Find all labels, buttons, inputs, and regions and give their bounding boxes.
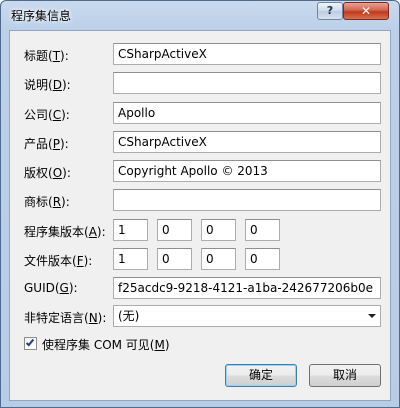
ok-button[interactable]: 确定 <box>225 364 297 387</box>
file-version-revision-input[interactable]: 0 <box>245 248 280 270</box>
description-input[interactable] <box>113 72 381 94</box>
neutral-language-value: (无) <box>118 309 140 323</box>
file-version-build-input[interactable]: 0 <box>201 248 236 270</box>
assembly-version-minor-input[interactable]: 0 <box>157 219 192 241</box>
neutral-language-select[interactable]: (无) <box>113 305 381 327</box>
window-title: 程序集信息 <box>11 9 72 23</box>
cancel-button[interactable]: 取消 <box>309 364 381 387</box>
product-label: 产品(P): <box>24 137 69 151</box>
assembly-version-major-input[interactable]: 1 <box>113 219 148 241</box>
com-visible-checkbox[interactable] <box>24 337 37 350</box>
trademark-label: 商标(R): <box>24 195 70 209</box>
file-version-label: 文件版本(F): <box>24 254 93 268</box>
title-bar[interactable]: 程序集信息 ? ✕ <box>1 1 399 29</box>
guid-input[interactable]: f25acdc9-9218-4121-a1ba-242677206b0e <box>113 277 381 299</box>
assembly-version-build-input[interactable]: 0 <box>201 219 236 241</box>
close-button[interactable]: ✕ <box>343 2 389 20</box>
com-visible-label[interactable]: 使程序集 COM 可见(M) <box>42 336 170 353</box>
guid-label: GUID(G): <box>24 281 78 295</box>
checkmark-icon <box>25 337 35 347</box>
file-version-major-input[interactable]: 1 <box>113 248 148 270</box>
help-button[interactable]: ? <box>317 2 343 20</box>
assembly-info-dialog: 程序集信息 ? ✕ 标题(T): CSharpActiveX 说明(D): 公司… <box>0 0 400 408</box>
title-label: 标题(T): <box>24 49 69 63</box>
copyright-input[interactable]: Copyright Apollo © 2013 <box>113 160 381 182</box>
copyright-label: 版权(O): <box>24 166 71 180</box>
dialog-body: 标题(T): CSharpActiveX 说明(D): 公司(C): Apoll… <box>9 30 391 401</box>
product-input[interactable]: CSharpActiveX <box>113 131 381 153</box>
company-label: 公司(C): <box>24 108 70 122</box>
assembly-version-label: 程序集版本(A): <box>24 225 106 239</box>
assembly-version-revision-input[interactable]: 0 <box>245 219 280 241</box>
title-input[interactable]: CSharpActiveX <box>113 43 381 65</box>
trademark-input[interactable] <box>113 189 381 211</box>
description-label: 说明(D): <box>24 78 71 92</box>
chevron-down-icon[interactable] <box>368 314 376 318</box>
file-version-minor-input[interactable]: 0 <box>157 248 192 270</box>
neutral-language-label: 非特定语言(N): <box>24 311 107 325</box>
company-input[interactable]: Apollo <box>113 102 381 124</box>
